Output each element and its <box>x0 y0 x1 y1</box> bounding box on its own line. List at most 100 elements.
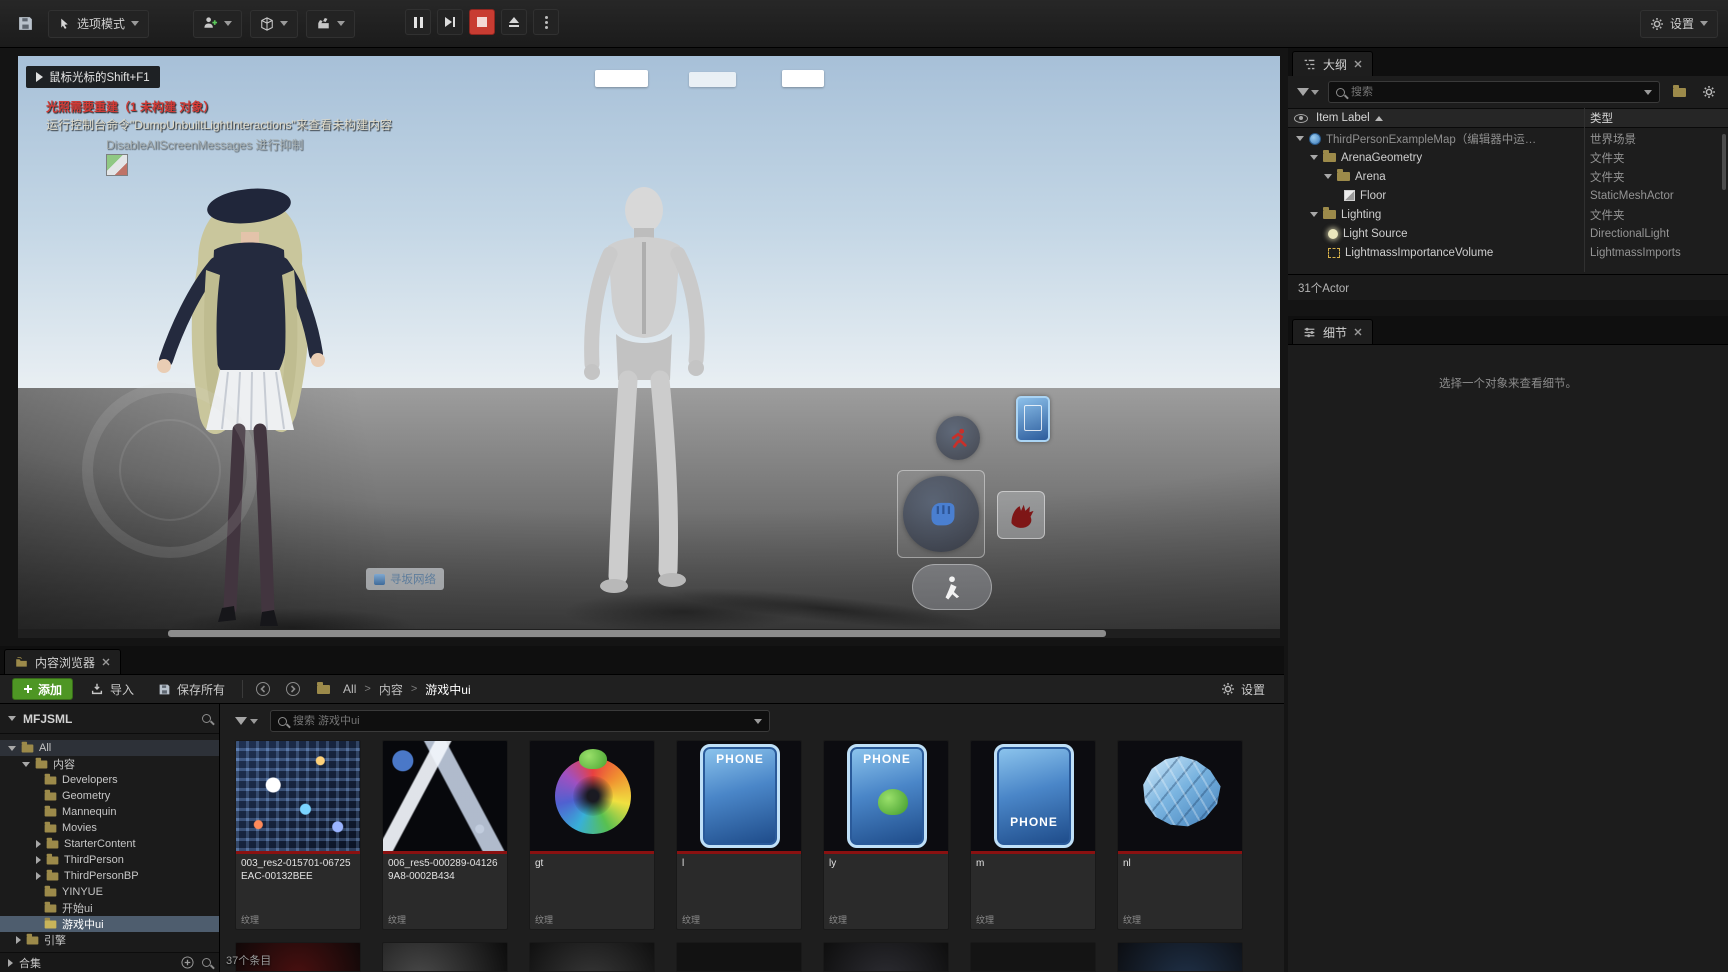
expander-icon[interactable] <box>8 746 16 751</box>
tab-close-button[interactable] <box>1354 60 1362 68</box>
virtual-joystick[interactable] <box>82 382 258 558</box>
asset-tile[interactable] <box>1117 942 1243 972</box>
tree-item-movies[interactable]: Movies <box>0 820 219 836</box>
expander-icon[interactable] <box>1310 155 1318 160</box>
viewport-hscrollbar-thumb[interactable] <box>168 630 1106 637</box>
tab-details[interactable]: 细节 <box>1292 319 1373 344</box>
tree-item-startercontent[interactable]: StarterContent <box>0 836 219 852</box>
tree-item-thirdperson[interactable]: ThirdPerson <box>0 852 219 868</box>
asset-tile[interactable]: PHONE l 纹理 <box>676 740 802 930</box>
asset-tile[interactable] <box>382 942 508 972</box>
hud-top-box[interactable] <box>689 72 736 87</box>
punch-hud-button[interactable] <box>903 476 979 552</box>
collections-bar[interactable]: 合集 <box>0 952 219 972</box>
hud-top-box[interactable] <box>782 70 824 87</box>
choose-path-button[interactable] <box>313 679 333 699</box>
cb-settings-button[interactable]: 设置 <box>1214 678 1272 700</box>
asset-tile[interactable] <box>529 942 655 972</box>
add-button[interactable]: 添加 <box>12 678 73 700</box>
visibility-eye-icon[interactable] <box>1294 114 1308 123</box>
expander-icon[interactable] <box>1324 174 1332 179</box>
outliner-row[interactable]: Light Source DirectionalLight <box>1288 224 1728 243</box>
column-item-label[interactable]: Item Label <box>1316 112 1370 124</box>
asset-search[interactable] <box>270 710 770 732</box>
expander-icon[interactable] <box>36 840 41 848</box>
outliner-settings-button[interactable] <box>1698 81 1720 103</box>
save-all-button[interactable]: 保存所有 <box>151 678 232 700</box>
outliner-row[interactable]: Lighting 文件夹 <box>1288 205 1728 224</box>
jump-hud-button[interactable] <box>912 564 992 610</box>
tree-item-all[interactable]: All <box>0 740 219 756</box>
viewport[interactable]: 鼠标光标的Shift+F1 光照需要重建（1 未构建 对象） 运行控制台命令"D… <box>18 56 1280 638</box>
outliner-row[interactable]: LightmassImportanceVolume LightmassImpor… <box>1288 243 1728 262</box>
add-actor-dropdown[interactable] <box>193 10 242 38</box>
blueprints-dropdown[interactable] <box>250 10 298 38</box>
claw-hud-button[interactable] <box>997 491 1045 539</box>
outliner-row[interactable]: ArenaGeometry 文件夹 <box>1288 148 1728 167</box>
asset-tile[interactable]: 003_res2-015701-06725EAC-00132BEE 纹理 <box>235 740 361 930</box>
pause-button[interactable] <box>405 9 431 35</box>
expander-icon[interactable] <box>36 872 41 880</box>
outliner-row[interactable]: ThirdPersonExampleMap（编辑器中运行） 世界场景 <box>1288 129 1728 148</box>
eject-button[interactable] <box>501 9 527 35</box>
asset-tile[interactable]: nl 纹理 <box>1117 740 1243 930</box>
asset-tile[interactable]: gt 纹理 <box>529 740 655 930</box>
stop-button[interactable] <box>469 9 495 35</box>
search-icon[interactable] <box>202 714 211 723</box>
asset-tile[interactable] <box>823 942 949 972</box>
outliner-filter-button[interactable] <box>1296 81 1320 103</box>
breadcrumb-all[interactable]: All <box>343 682 356 696</box>
outliner-row[interactable]: Arena 文件夹 <box>1288 167 1728 186</box>
tree-item-mannequin[interactable]: Mannequin <box>0 804 219 820</box>
mode-dropdown[interactable]: 选项模式 <box>48 10 149 38</box>
history-back-button[interactable] <box>253 679 273 699</box>
search-icon[interactable] <box>202 958 211 967</box>
tree-item-geometry[interactable]: Geometry <box>0 788 219 804</box>
asset-search-input[interactable] <box>293 715 748 727</box>
phone-hud-button[interactable] <box>1016 396 1050 442</box>
outliner-scrollbar-thumb[interactable] <box>1722 134 1726 190</box>
expander-icon[interactable] <box>1296 136 1304 141</box>
expander-icon[interactable] <box>1310 212 1318 217</box>
tree-item-yinyue[interactable]: YINYUE <box>0 884 219 900</box>
hud-top-box[interactable] <box>595 70 648 87</box>
outliner-new-folder-button[interactable] <box>1668 81 1690 103</box>
sprint-hud-button[interactable] <box>936 416 980 460</box>
expander-icon[interactable] <box>36 856 41 864</box>
tree-item-ingame-ui[interactable]: 游戏中ui <box>0 916 219 932</box>
tab-close-button[interactable] <box>102 658 110 666</box>
cinematics-dropdown[interactable] <box>306 10 355 38</box>
add-collection-icon[interactable] <box>181 956 194 969</box>
import-button[interactable]: 导入 <box>83 678 141 700</box>
tab-close-button[interactable] <box>1354 328 1362 336</box>
tab-outliner[interactable]: 大纲 <box>1292 51 1373 76</box>
tree-item-content[interactable]: 内容 <box>0 756 219 772</box>
outliner-search-input[interactable] <box>1351 86 1638 98</box>
play-options-button[interactable] <box>533 9 559 35</box>
tree-item-developers[interactable]: Developers <box>0 772 219 788</box>
expander-icon[interactable] <box>8 959 13 967</box>
breadcrumb-current[interactable]: 游戏中ui <box>425 681 470 698</box>
outliner-search[interactable] <box>1328 81 1660 103</box>
editor-settings-dropdown[interactable]: 设置 <box>1640 10 1718 38</box>
save-button[interactable] <box>10 9 40 39</box>
mannequin-character[interactable] <box>558 184 728 604</box>
outliner-row[interactable]: Floor StaticMeshActor <box>1288 186 1728 205</box>
asset-tile[interactable] <box>676 942 802 972</box>
asset-tile[interactable]: PHONE ly 纹理 <box>823 740 949 930</box>
viewport-hscrollbar[interactable] <box>18 629 1280 638</box>
asset-filter-button[interactable] <box>232 710 260 732</box>
column-type[interactable]: 类型 <box>1590 110 1613 126</box>
asset-tile[interactable]: PHONE m 纹理 <box>970 740 1096 930</box>
expander-icon[interactable] <box>22 762 30 767</box>
expander-icon[interactable] <box>16 936 21 944</box>
asset-tile[interactable] <box>970 942 1096 972</box>
tree-item-start-ui[interactable]: 开始ui <box>0 900 219 916</box>
frame-skip-button[interactable] <box>437 9 463 35</box>
expander-icon[interactable] <box>8 716 16 721</box>
asset-tile[interactable]: 006_res5-000289-041269A8-0002B434 纹理 <box>382 740 508 930</box>
history-forward-button[interactable] <box>283 679 303 699</box>
tree-item-thirdpersonbp[interactable]: ThirdPersonBP <box>0 868 219 884</box>
breadcrumb-content[interactable]: 内容 <box>379 681 403 698</box>
tree-item-engine[interactable]: 引擎 <box>0 932 219 948</box>
